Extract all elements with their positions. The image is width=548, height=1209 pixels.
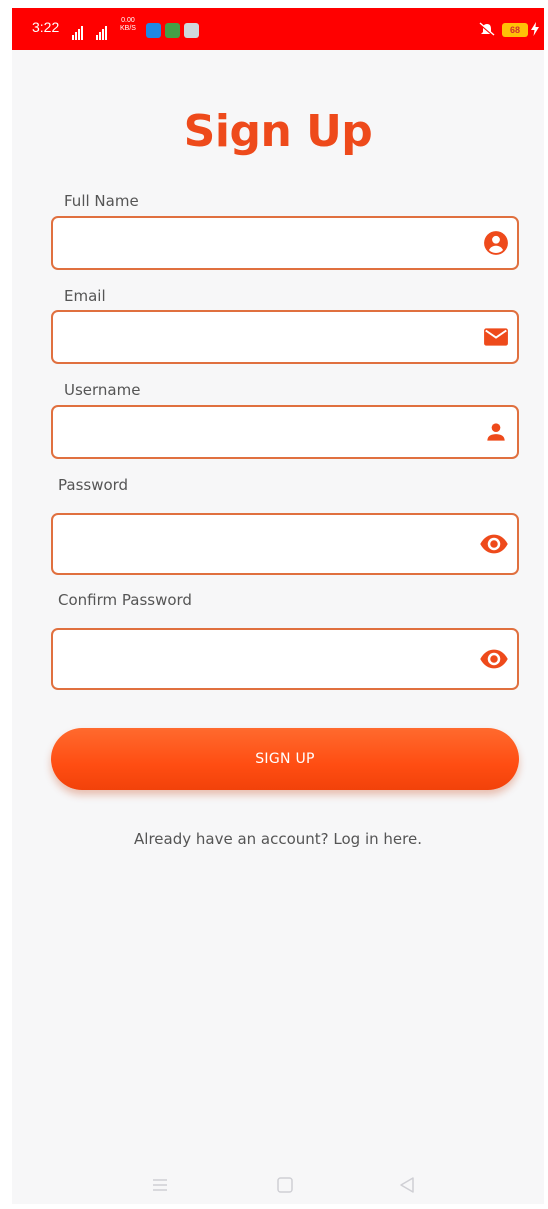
notification-app-icon [146, 23, 161, 38]
notification-app-icon [184, 23, 199, 38]
password-input[interactable] [65, 515, 465, 573]
network-speed-value: 0.00 [121, 17, 135, 24]
username-label: Username [64, 381, 141, 399]
screen: 3:22 0.00 KB/S 68 Sign Up Full Name Emai… [12, 8, 544, 1204]
system-nav-bar [12, 1168, 544, 1204]
confirm-password-field[interactable] [51, 628, 519, 690]
username-input[interactable] [65, 407, 465, 457]
full-name-input[interactable] [65, 218, 465, 268]
mute-icon [479, 22, 495, 37]
signal-strength-icon [96, 21, 108, 40]
confirm-password-label: Confirm Password [58, 591, 192, 609]
charging-icon [531, 22, 539, 36]
person-icon [487, 423, 505, 441]
status-time: 3:22 [32, 19, 60, 35]
username-field[interactable] [51, 405, 519, 459]
sign-up-button[interactable]: SIGN UP [51, 728, 519, 790]
home-square-icon[interactable] [276, 1176, 294, 1194]
confirm-password-input[interactable] [65, 630, 465, 688]
eye-icon[interactable] [479, 644, 509, 674]
full-name-label: Full Name [64, 192, 139, 210]
battery-icon: 68 [502, 23, 528, 37]
network-speed-unit: KB/S [120, 25, 136, 32]
full-name-field[interactable] [51, 216, 519, 270]
eye-icon[interactable] [479, 529, 509, 559]
menu-icon[interactable] [151, 1176, 169, 1194]
network-speed: 0.00 KB/S [120, 17, 136, 33]
page-title: Sign Up [183, 106, 373, 157]
signal-strength-icon [72, 21, 84, 40]
email-icon [484, 328, 508, 346]
password-field[interactable] [51, 513, 519, 575]
status-bar: 3:22 0.00 KB/S 68 [12, 8, 544, 50]
back-triangle-icon[interactable] [398, 1176, 416, 1194]
account-circle-icon [484, 231, 508, 255]
email-field[interactable] [51, 310, 519, 364]
notification-app-icon [165, 23, 180, 38]
email-input[interactable] [65, 312, 465, 362]
email-label: Email [64, 287, 106, 305]
password-label: Password [58, 476, 129, 494]
login-link[interactable]: Already have an account? Log in here. [12, 830, 544, 848]
